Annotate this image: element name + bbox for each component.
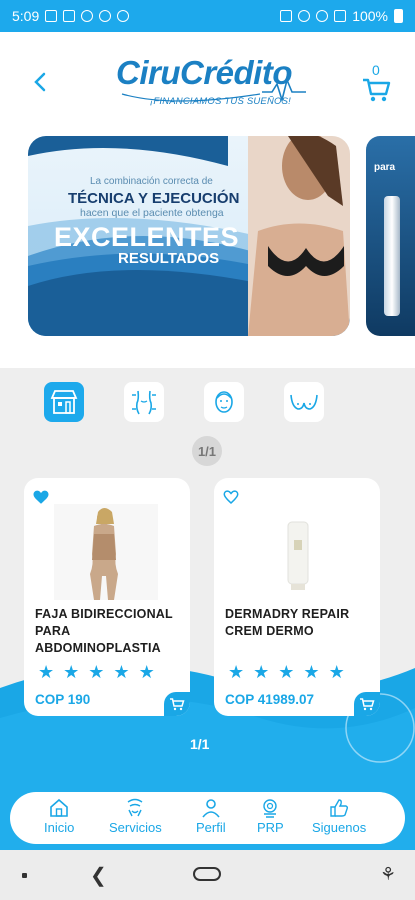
model-photo bbox=[248, 136, 350, 336]
app-header: CiruCrédito ¡FINANCIAMOS TUS SUEÑOS! 0 bbox=[0, 32, 415, 132]
add-to-cart-button[interactable] bbox=[354, 692, 380, 716]
banner-subheadline: RESULTADOS bbox=[118, 250, 220, 267]
star-icon: ★ bbox=[138, 662, 155, 682]
cart-button[interactable] bbox=[360, 60, 392, 104]
vibrate-icon bbox=[280, 10, 293, 22]
cart-icon bbox=[363, 78, 391, 102]
status-time: 5:09 bbox=[12, 8, 40, 24]
promo-banner[interactable]: La combinación correcta de TÉCNICA Y EJE… bbox=[28, 136, 350, 336]
back-button[interactable] bbox=[28, 68, 52, 96]
nav-inicio[interactable]: Inicio bbox=[44, 798, 74, 838]
bust-icon bbox=[290, 394, 318, 410]
product-card[interactable]: DERMADRY REPAIR CREM DERMO ★ ★ ★ ★ ★ COP 419… bbox=[214, 478, 380, 716]
accessibility-button[interactable]: ⚘ bbox=[380, 864, 396, 885]
thumbs-up-icon bbox=[330, 799, 349, 817]
nav-prp[interactable]: PRP bbox=[257, 798, 284, 838]
message-icon bbox=[45, 10, 58, 22]
brand-logo: CiruCrédito ¡FINANCIAMOS TUS SUEÑOS! bbox=[112, 50, 308, 114]
category-bar bbox=[0, 382, 415, 426]
nav-siguenos-label: Siguenos bbox=[312, 820, 367, 835]
blocked-icon bbox=[117, 10, 130, 22]
gallery-icon bbox=[63, 10, 76, 22]
signal-icon bbox=[334, 10, 347, 22]
banner-line-3: hacen que el paciente obtenga bbox=[80, 207, 224, 219]
accessibility-icon bbox=[81, 10, 94, 22]
wifi-icon bbox=[316, 10, 329, 22]
product-name: DERMADRY REPAIR CREM DERMO bbox=[225, 607, 350, 638]
banner-line-1: La combinación correcta de bbox=[90, 176, 213, 187]
battery-icon bbox=[394, 9, 403, 23]
product-name: FAJA BIDIRECCIONAL PARA ABDOMINOPLASTIA bbox=[35, 607, 173, 655]
category-face[interactable] bbox=[204, 382, 244, 422]
services-icon bbox=[127, 798, 143, 817]
star-icon: ★ bbox=[228, 662, 245, 682]
products-section: 1/1 FAJA BIDIRECCIONAL PARA ABDOMINOPLAS… bbox=[0, 368, 415, 850]
product-rating: ★ ★ ★ ★ ★ bbox=[228, 663, 345, 681]
face-icon bbox=[215, 391, 233, 413]
category-pager: 1/1 bbox=[192, 436, 222, 466]
cart-add-icon bbox=[170, 698, 185, 711]
star-icon: ★ bbox=[113, 662, 130, 682]
star-icon: ★ bbox=[303, 662, 320, 682]
brand-name: CiruCrédito bbox=[116, 54, 293, 91]
product-rating: ★ ★ ★ ★ ★ bbox=[38, 663, 155, 681]
star-icon: ★ bbox=[38, 662, 55, 682]
bottom-nav: Inicio Servicios Perfil PRP Siguenos bbox=[10, 792, 405, 844]
nav-perfil-label: Perfil bbox=[196, 820, 226, 835]
favorite-filled-icon[interactable] bbox=[32, 488, 50, 506]
system-back-button[interactable]: ❮ bbox=[90, 863, 107, 888]
nav-perfil[interactable]: Perfil bbox=[196, 798, 226, 838]
battery-percent: 100% bbox=[352, 8, 388, 24]
product-image-cream bbox=[244, 504, 348, 600]
prp-icon bbox=[263, 799, 278, 818]
recents-button[interactable] bbox=[22, 873, 27, 878]
status-bar: 5:09 100% bbox=[0, 0, 415, 32]
star-icon: ★ bbox=[278, 662, 295, 682]
home-icon bbox=[50, 798, 68, 817]
product-price: COP 41989.07 bbox=[225, 692, 315, 707]
nav-servicios[interactable]: Servicios bbox=[109, 798, 162, 838]
chevron-left-icon bbox=[34, 72, 46, 92]
promo-banner-next[interactable]: para bbox=[366, 136, 415, 336]
star-icon: ★ bbox=[63, 662, 80, 682]
profile-icon bbox=[202, 799, 220, 818]
body-shape-icon bbox=[132, 390, 156, 415]
sync-icon bbox=[99, 10, 112, 22]
star-icon: ★ bbox=[88, 662, 105, 682]
nav-siguenos[interactable]: Siguenos bbox=[312, 798, 366, 838]
cart-add-icon bbox=[360, 698, 375, 711]
nav-servicios-label: Servicios bbox=[109, 820, 162, 835]
favorite-outline-icon[interactable] bbox=[222, 488, 240, 506]
product-image-faja bbox=[54, 504, 158, 600]
nav-prp-label: PRP bbox=[257, 820, 284, 835]
banner-headline: EXCELENTES bbox=[54, 222, 240, 252]
nav-inicio-label: Inicio bbox=[44, 820, 75, 835]
system-home-button[interactable] bbox=[193, 867, 221, 881]
product-bottle-image bbox=[384, 196, 400, 316]
category-store[interactable] bbox=[44, 382, 84, 422]
alarm-icon bbox=[298, 10, 311, 22]
star-icon: ★ bbox=[253, 662, 270, 682]
brand-tagline: ¡FINANCIAMOS TUS SUEÑOS! bbox=[150, 96, 291, 107]
banner-line-2: TÉCNICA Y EJECUCIÓN bbox=[68, 190, 240, 207]
system-nav-bar: ❮ ⚘ bbox=[0, 850, 415, 900]
star-icon: ★ bbox=[328, 662, 345, 682]
product-card[interactable]: FAJA BIDIRECCIONAL PARA ABDOMINOPLASTIA … bbox=[24, 478, 190, 716]
category-bust[interactable] bbox=[284, 382, 324, 422]
add-to-cart-button[interactable] bbox=[164, 692, 190, 716]
category-body[interactable] bbox=[124, 382, 164, 422]
store-icon bbox=[50, 390, 78, 414]
banner-next-text: para bbox=[374, 162, 396, 173]
product-price: COP 190 bbox=[35, 692, 91, 707]
products-pager: 1/1 bbox=[190, 736, 210, 752]
